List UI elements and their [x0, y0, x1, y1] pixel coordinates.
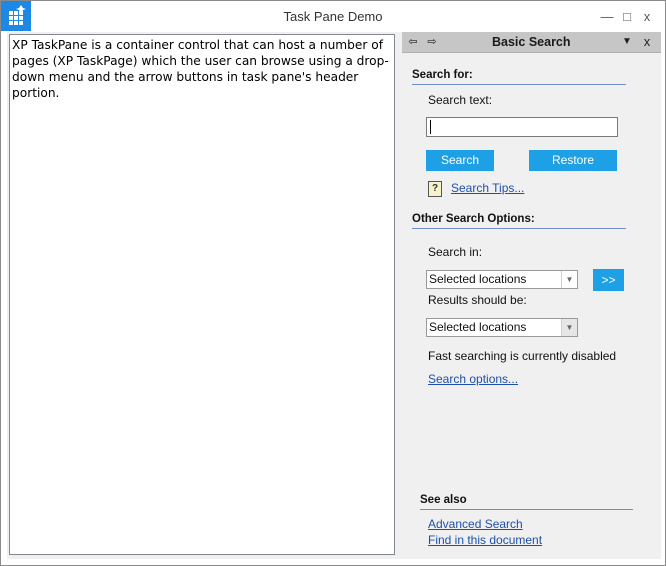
search-tips-link[interactable]: Search Tips...	[451, 181, 524, 195]
chevron-down-icon[interactable]: ▼	[561, 319, 577, 336]
search-for-heading: Search for:	[412, 69, 626, 85]
search-in-value: Selected locations	[429, 272, 527, 286]
forward-arrow-icon[interactable]: ⇨	[424, 34, 440, 50]
search-text-label: Search text:	[428, 93, 493, 107]
description-textbox[interactable]: XP TaskPane is a container control that …	[9, 34, 395, 555]
results-value: Selected locations	[429, 320, 527, 334]
search-in-label: Search in:	[428, 245, 483, 259]
search-options-link[interactable]: Search options...	[428, 372, 518, 386]
fast-search-status: Fast searching is currently disabled	[428, 349, 617, 363]
chevron-down-icon[interactable]: ▼	[561, 271, 577, 288]
search-button[interactable]: Search	[426, 150, 494, 171]
advanced-search-link[interactable]: Advanced Search	[428, 517, 523, 531]
results-select[interactable]: Selected locations ▼	[426, 318, 578, 337]
close-button[interactable]: x	[638, 9, 656, 25]
text-caret	[430, 120, 431, 134]
description-text: XP TaskPane is a container control that …	[12, 38, 389, 100]
task-pane-close-icon[interactable]: x	[639, 33, 655, 51]
help-icon: ?	[428, 181, 442, 197]
minimize-button[interactable]: —	[598, 9, 616, 25]
task-pane: ⇦ ⇨ Basic Search ▼ x Search for: Search …	[402, 32, 661, 559]
back-arrow-icon[interactable]: ⇦	[405, 34, 421, 50]
search-in-select[interactable]: Selected locations ▼	[426, 270, 578, 289]
window-title: Task Pane Demo	[283, 9, 383, 24]
task-pane-header: ⇦ ⇨ Basic Search ▼ x	[402, 32, 661, 53]
maximize-button[interactable]: □	[618, 9, 636, 25]
title-bar[interactable]: Task Pane Demo — □ x	[1, 1, 665, 31]
search-text-input[interactable]	[426, 117, 618, 137]
restore-button[interactable]: Restore	[529, 150, 617, 171]
results-label: Results should be:	[428, 293, 527, 307]
other-search-options-heading: Other Search Options:	[412, 213, 626, 229]
expand-options-button[interactable]: >>	[593, 269, 624, 291]
find-in-document-link[interactable]: Find in this document	[428, 533, 542, 547]
main-window: Task Pane Demo — □ x XP TaskPane is a co…	[0, 0, 666, 566]
page-menu-dropdown-icon[interactable]: ▼	[619, 33, 635, 51]
see-also-heading: See also	[420, 494, 633, 510]
task-pane-title: Basic Search	[492, 35, 571, 49]
